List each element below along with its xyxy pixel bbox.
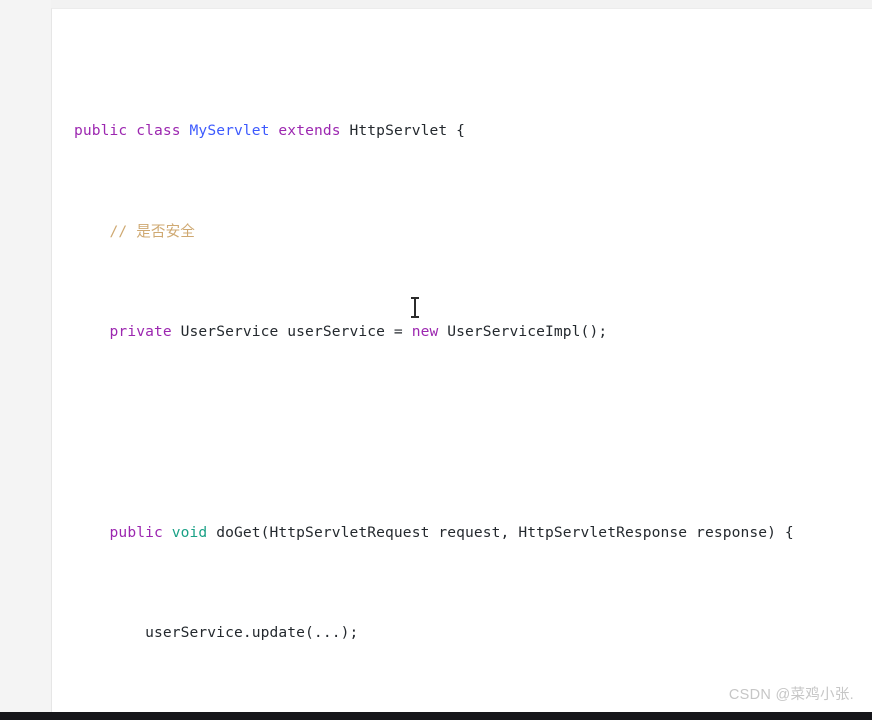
code-line[interactable]: public class MyServlet extends HttpServl… [74, 118, 872, 143]
code-listing[interactable]: public class MyServlet extends HttpServl… [74, 18, 872, 712]
code-line[interactable]: private UserService userService = new Us… [74, 319, 872, 344]
keyword-class: class [136, 122, 181, 140]
code-line[interactable]: userService.update(...); [74, 620, 872, 645]
comment-is-it-safe: // 是否安全 [109, 222, 195, 240]
keyword-public: public [74, 122, 128, 140]
keyword-private: private [109, 323, 172, 341]
code-line-blank[interactable] [74, 420, 872, 445]
keyword-public: public [109, 523, 163, 541]
code-editor-panel[interactable]: public class MyServlet extends HttpServl… [51, 8, 872, 712]
csdn-watermark: CSDN @菜鸡小张. [728, 687, 854, 703]
code-text: UserServiceImpl(); [438, 323, 608, 341]
code-line[interactable]: public void doGet(HttpServletRequest req… [74, 520, 872, 545]
page-left-margin [0, 0, 51, 712]
keyword-new: new [411, 323, 439, 341]
code-text: HttpServlet { [340, 122, 466, 140]
bottom-dark-bar [0, 712, 872, 720]
keyword-void: void [171, 523, 208, 541]
code-text: UserService userService = [171, 323, 412, 341]
code-text: doGet(HttpServletRequest request, HttpSe… [207, 523, 794, 541]
class-name-myservlet: MyServlet [189, 122, 270, 140]
keyword-extends: extends [278, 122, 341, 140]
code-text: userService.update(...); [74, 624, 359, 642]
code-line[interactable]: // 是否安全 [74, 219, 872, 244]
